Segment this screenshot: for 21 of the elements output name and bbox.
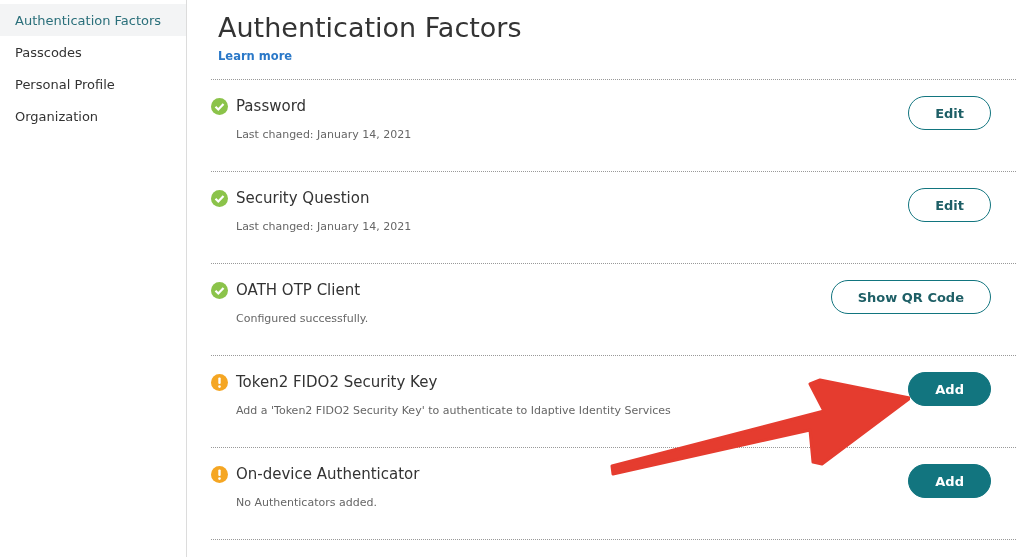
sidebar-item[interactable]: Authentication Factors [0,4,186,36]
factor-name: Password [236,97,307,115]
sidebar-item[interactable]: Personal Profile [0,68,186,100]
sidebar-item[interactable]: Organization [0,100,186,132]
add-button[interactable]: Add [908,464,991,498]
page-title: Authentication Factors [218,12,523,43]
factor-name: Token2 FIDO2 Security Key [236,373,438,391]
learn-more-link[interactable]: Learn more [218,49,293,63]
factor-description: Add a 'Token2 FIDO2 Security Key' to authenticate to Idaptive Identity Services [236,404,671,417]
action-button[interactable]: Edit [908,188,991,222]
add-button[interactable]: Add [908,372,991,406]
action-button[interactable]: Edit [908,96,991,130]
factor-description: No Authenticators added. [236,496,378,509]
factor-name: Security Question [236,189,370,207]
factor-description: Last changed: January 14, 2021 [236,128,412,141]
action-button[interactable]: Show QR Code [830,280,991,314]
sidebar-item[interactable]: Passcodes [0,36,186,68]
factor-description: Last changed: January 14, 2021 [236,220,412,233]
factor-name: OATH OTP Client [236,281,361,299]
factor-name: On-device Authenticator [236,465,420,483]
factor-description: Configured successfully. [236,312,369,325]
